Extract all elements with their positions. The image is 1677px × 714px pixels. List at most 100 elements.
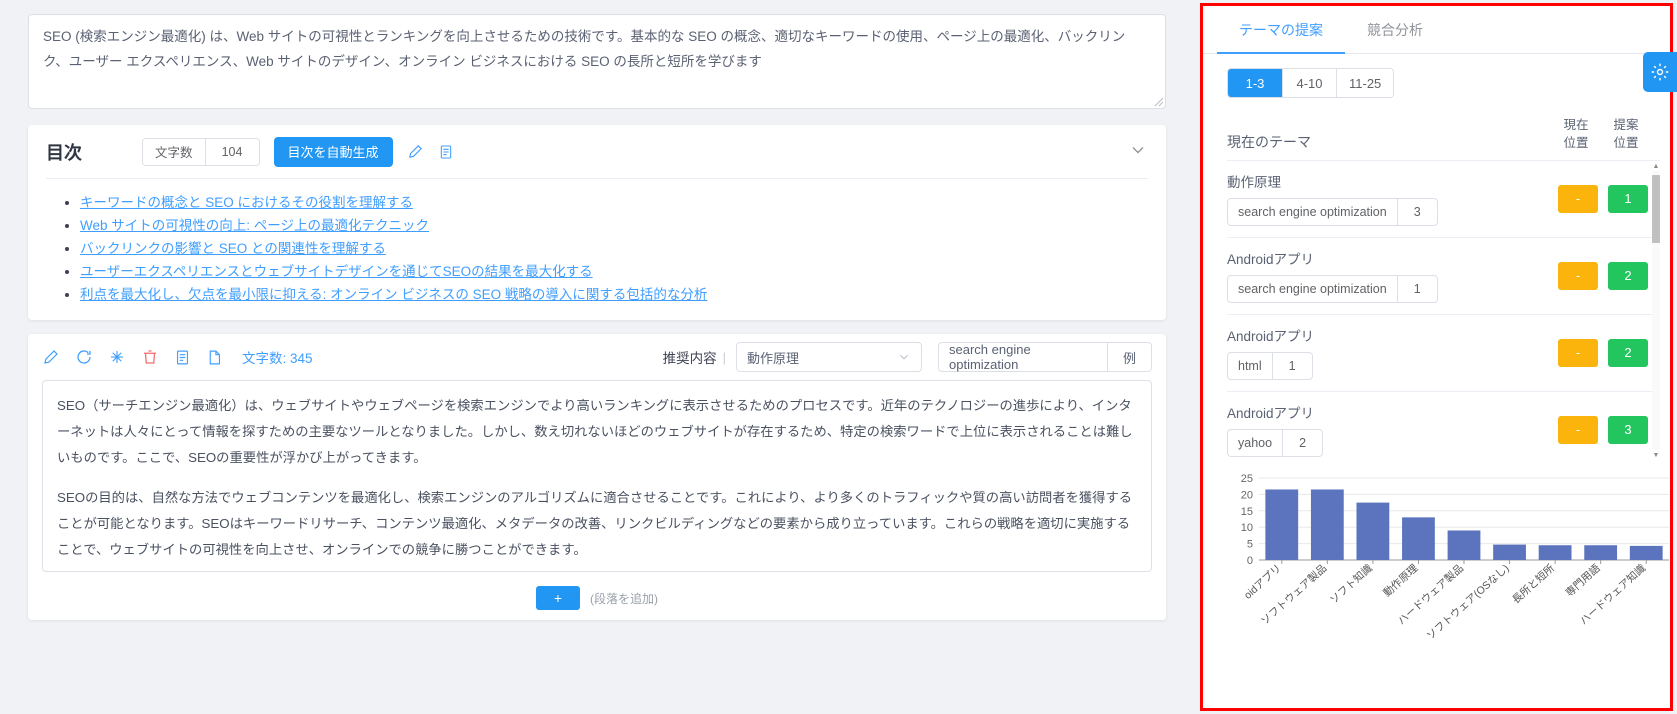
panel-tabs: テーマの提案 競合分析 <box>1203 6 1670 54</box>
svg-text:ソフトウェア(OSなし): ソフトウェア(OSなし) <box>1425 562 1512 642</box>
toc-link[interactable]: Web サイトの可視性の向上: ページ上の最適化テクニック <box>80 218 429 233</box>
keyword-pair[interactable]: yahoo 2 <box>1227 429 1324 458</box>
theme-select-value: 動作原理 <box>747 350 800 366</box>
app-root: SEO (検索エンジン最適化) は、Web サイトの可視性とランキングを向上させ… <box>0 0 1677 714</box>
tab-theme-suggestion[interactable]: テーマの提案 <box>1217 6 1345 54</box>
keyword-pair[interactable]: search engine optimization 1 <box>1227 275 1438 304</box>
toc-char-count-value: 104 <box>204 138 259 165</box>
keyword-count: 2 <box>1282 430 1322 457</box>
edit-pencil-icon[interactable] <box>407 143 424 160</box>
column-suggest-line1: 提案 <box>1613 118 1639 132</box>
document-icon[interactable] <box>206 349 223 366</box>
theme-name: Androidアプリ <box>1227 252 1315 268</box>
summary-textarea[interactable]: SEO (検索エンジン最適化) は、Web サイトの可視性とランキングを向上させ… <box>28 14 1166 109</box>
copy-icon[interactable] <box>174 349 191 366</box>
list-item[interactable]: バックリンクの影響と SEO との関連性を理解する <box>80 237 1148 257</box>
keyword-input[interactable]: search engine optimization <box>938 342 1108 372</box>
status-badge-suggested[interactable]: 3 <box>1608 415 1648 444</box>
toc-link[interactable]: キーワードの概念と SEO におけるその役割を理解する <box>80 195 413 210</box>
delete-trash-icon[interactable] <box>141 348 159 366</box>
body-paragraph: SEOの目的は、自然な方法でウェブコンテンツを最適化し、検索エンジンのアルゴリズ… <box>57 489 1133 557</box>
svg-text:5: 5 <box>1247 539 1253 551</box>
toc-header: 目次 文字数 104 目次を自動生成 <box>46 125 1148 179</box>
column-suggest-line2: 位置 <box>1613 136 1639 151</box>
keyword-pair[interactable]: search engine optimization 3 <box>1227 198 1438 227</box>
theme-name: Androidアプリ <box>1227 406 1315 422</box>
recommend-controls: 推奨内容 | 動作原理 search engine optimization 例 <box>663 342 1152 372</box>
chevron-down-icon <box>900 354 908 360</box>
svg-text:0: 0 <box>1247 555 1253 567</box>
status-badge-suggested[interactable]: 2 <box>1608 338 1648 367</box>
sparkle-icon[interactable] <box>108 348 126 366</box>
editor-column: SEO (検索エンジン最適化) は、Web サイトの可視性とランキングを向上させ… <box>0 0 1188 714</box>
keyword-pair[interactable]: html 1 <box>1227 352 1313 381</box>
position-badges: - 1 <box>1558 184 1648 213</box>
scroll-down-arrow-icon[interactable]: ▼ <box>1652 450 1660 460</box>
table-row[interactable]: Androidアプリ search engine optimization 1 … <box>1227 238 1660 316</box>
body-char-count: 文字数: 345 <box>242 351 313 366</box>
keyword-text: yahoo <box>1238 436 1273 451</box>
status-badge-suggested[interactable]: 1 <box>1608 184 1648 213</box>
toc-card: 目次 文字数 104 目次を自動生成 • キーワードの概念と SEO におけるそ… <box>28 125 1166 320</box>
svg-text:20: 20 <box>1241 489 1253 501</box>
theme-name: Androidアプリ <box>1227 329 1315 345</box>
status-badge-suggested[interactable]: 2 <box>1608 261 1648 290</box>
gear-icon <box>1651 63 1669 81</box>
segment-1-3[interactable]: 1-3 <box>1228 69 1282 97</box>
svg-text:10: 10 <box>1241 522 1253 534</box>
status-badge-current[interactable]: - <box>1558 261 1598 290</box>
theme-select[interactable]: 動作原理 <box>736 342 922 372</box>
rank-range-segment-row: 1-3 4-10 11-25 <box>1203 54 1670 98</box>
keyword-count: 1 <box>1396 276 1437 303</box>
add-paragraph-hint: (段落を追加) <box>590 591 658 606</box>
scroll-up-arrow-icon[interactable]: ▲ <box>1652 161 1660 171</box>
settings-gear-button[interactable] <box>1643 52 1677 92</box>
status-badge-current[interactable]: - <box>1558 184 1598 213</box>
suggestion-panel-column: テーマの提案 競合分析 1-3 4-10 11-25 現在のテーマ 現在 位置 <box>1188 0 1677 714</box>
keyword-text: search engine optimization <box>1238 205 1387 220</box>
chevron-down-icon[interactable] <box>1128 140 1148 163</box>
toc-char-count: 文字数 104 <box>142 137 260 166</box>
svg-text:25: 25 <box>1241 473 1253 485</box>
scrollbar-vertical[interactable]: ▲ ▼ <box>1652 161 1660 460</box>
body-text-area[interactable]: SEO（サーチエンジン最適化）は、ウェブサイトやウェブページを検索エンジンでより… <box>42 380 1152 572</box>
toc-link[interactable]: 利点を最大化し、欠点を最小限に抑える: オンライン ビジネスの SEO 戦略の導… <box>80 287 707 302</box>
status-badge-current[interactable]: - <box>1558 415 1598 444</box>
theme-row-left: 動作原理 search engine optimization 3 <box>1227 171 1558 227</box>
current-theme-label: 現在のテーマ <box>1227 134 1311 151</box>
theme-list-scroll[interactable]: 動作原理 search engine optimization 3 - 1 An… <box>1227 160 1660 460</box>
scrollbar-thumb[interactable] <box>1652 175 1660 244</box>
copy-icon[interactable] <box>438 144 454 160</box>
segment-4-10[interactable]: 4-10 <box>1282 69 1336 97</box>
toc-list: キーワードの概念と SEO におけるその役割を理解する Web サイトの可視性の… <box>46 191 1148 303</box>
add-paragraph-button[interactable]: + <box>536 586 580 610</box>
list-item[interactable]: ユーザーエクスペリエンスとウェブサイトデザインを通じてSEOの結果を最大化する <box>80 260 1148 280</box>
table-row[interactable]: 動作原理 search engine optimization 3 - 1 <box>1227 161 1660 239</box>
keyword-text: search engine optimization <box>1238 282 1387 297</box>
keyword-count: 3 <box>1396 199 1437 226</box>
table-row[interactable]: Androidアプリ yahoo 2 - 3 <box>1227 392 1660 460</box>
rank-range-segment-group: 1-3 4-10 11-25 <box>1227 68 1395 98</box>
editor-toolbar: 文字数: 345 推奨内容 | 動作原理 search engine optim… <box>42 334 1152 380</box>
list-item[interactable]: キーワードの概念と SEO におけるその役割を理解する <box>80 191 1148 211</box>
svg-text:ソフト知識: ソフト知識 <box>1327 561 1375 606</box>
table-row[interactable]: Androidアプリ html 1 - 2 <box>1227 315 1660 393</box>
theme-frequency-chart: 0 5 10 15 20 25 oidアプリ ソフトウェア製品 ソフト知識 動作原理 ハードウェア製… <box>1221 468 1669 708</box>
body-paragraph: SEO（サーチエンジン最適化）は、ウェブサイトやウェブページを検索エンジンでより… <box>57 398 1133 465</box>
recommend-divider: | <box>722 349 726 365</box>
theme-list-columns: 現在 位置 提案 位置 <box>1556 116 1646 152</box>
keyword-text: html <box>1238 359 1262 374</box>
list-item[interactable]: Web サイトの可視性の向上: ページ上の最適化テクニック <box>80 214 1148 234</box>
list-item[interactable]: 利点を最大化し、欠点を最小限に抑える: オンライン ビジネスの SEO 戦略の導… <box>80 283 1148 303</box>
refresh-icon[interactable] <box>75 348 93 366</box>
toc-link[interactable]: ユーザーエクスペリエンスとウェブサイトデザインを通じてSEOの結果を最大化する <box>80 264 593 279</box>
toc-link[interactable]: バックリンクの影響と SEO との関連性を理解する <box>80 241 386 256</box>
example-button[interactable]: 例 <box>1108 342 1152 372</box>
status-badge-current[interactable]: - <box>1558 338 1598 367</box>
generate-toc-button[interactable]: 目次を自動生成 <box>273 136 393 167</box>
segment-11-25[interactable]: 11-25 <box>1336 69 1394 97</box>
editor-toolbar-icons: 文字数: 345 <box>42 347 313 367</box>
edit-pencil-icon[interactable] <box>42 348 60 366</box>
tab-competitor-analysis[interactable]: 競合分析 <box>1345 6 1445 53</box>
column-current-line2: 位置 <box>1563 136 1589 151</box>
